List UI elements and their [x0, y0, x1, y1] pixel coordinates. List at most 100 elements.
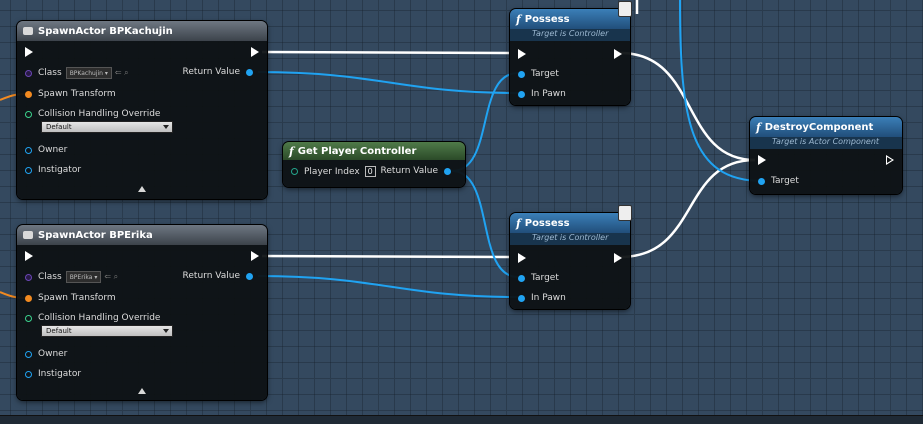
collision-label: Collision Handling Override: [38, 109, 161, 119]
spawn-transform-label: Spawn Transform: [38, 293, 116, 303]
collision-dropdown[interactable]: Default: [41, 121, 173, 133]
class-pin[interactable]: [25, 273, 32, 281]
target-row[interactable]: Target: [758, 176, 799, 186]
return-value-pin[interactable]: [444, 167, 451, 175]
class-pin[interactable]: [25, 69, 32, 77]
class-selector[interactable]: BPKachujin ▾: [65, 67, 112, 79]
node-header: SpawnActor BPKachujin: [17, 21, 267, 41]
object-wire: [257, 71, 519, 94]
spawn-icon: [23, 231, 33, 239]
spawn-actor-kachujin-node[interactable]: SpawnActor BPKachujin Class BPKachujin ▾…: [17, 21, 267, 199]
owner-row[interactable]: Owner: [25, 349, 67, 359]
function-icon: f: [289, 144, 294, 158]
dropdown-arrow-icon: [163, 125, 169, 129]
target-pin[interactable]: [758, 177, 765, 185]
browse-icon[interactable]: ⇐ ⌕: [115, 68, 129, 78]
collision-row[interactable]: Collision Handling Override: [25, 313, 160, 323]
transform-pin[interactable]: [25, 90, 32, 98]
node-subtitle: Target is Controller: [510, 29, 630, 41]
exec-in-pin[interactable]: [518, 253, 526, 263]
exec-in-pin[interactable]: [518, 49, 526, 59]
class-pin-row[interactable]: Class BPErika ▾ ⇐ ⌕: [25, 271, 118, 283]
player-index-input[interactable]: 0: [364, 166, 376, 177]
return-value-label: Return Value: [380, 166, 438, 176]
class-label: Class: [38, 68, 62, 78]
player-index-row[interactable]: Player Index 0: [291, 166, 386, 177]
collision-pin[interactable]: [25, 314, 32, 322]
get-player-controller-node[interactable]: f Get Player Controller Player Index 0 R…: [283, 142, 465, 187]
object-wire: [451, 170, 519, 278]
in-pawn-pin[interactable]: [518, 90, 525, 98]
return-value-pin[interactable]: [246, 272, 253, 280]
node-subtitle: Target is Controller: [510, 233, 630, 245]
node-title: SpawnActor BPKachujin: [38, 25, 173, 37]
exec-out-pin[interactable]: [886, 155, 894, 165]
function-icon: f: [516, 216, 521, 230]
target-pin[interactable]: [518, 70, 525, 78]
return-value-label: Return Value: [182, 67, 240, 77]
transform-pin[interactable]: [25, 294, 32, 302]
in-pawn-row[interactable]: In Pawn: [518, 293, 566, 303]
target-pin[interactable]: [518, 274, 525, 282]
exec-wire: [619, 51, 756, 162]
player-index-label: Player Index: [304, 166, 360, 177]
instigator-label: Instigator: [38, 369, 82, 379]
function-icon: f: [516, 12, 521, 26]
exec-out-pin[interactable]: [251, 251, 259, 261]
network-icon: [618, 205, 632, 221]
collision-label: Collision Handling Override: [38, 313, 161, 323]
browse-icon[interactable]: ⇐ ⌕: [104, 272, 118, 282]
return-value-label: Return Value: [182, 271, 240, 281]
collapse-arrow-icon[interactable]: [138, 186, 146, 192]
exec-in-pin[interactable]: [758, 155, 766, 165]
exec-out-pin[interactable]: [251, 47, 259, 57]
spawn-transform-row[interactable]: Spawn Transform: [25, 293, 116, 303]
owner-row[interactable]: Owner: [25, 145, 67, 155]
possess-node-1[interactable]: f Possess Target is Controller Target In…: [510, 1, 632, 105]
class-selector[interactable]: BPErika ▾: [65, 271, 102, 283]
in-pawn-pin[interactable]: [518, 294, 525, 302]
target-label: Target: [771, 176, 799, 186]
collision-dropdown[interactable]: Default: [41, 325, 173, 337]
in-pawn-row[interactable]: In Pawn: [518, 89, 566, 99]
instigator-pin[interactable]: [25, 166, 32, 174]
exec-wire: [261, 254, 511, 259]
class-pin-row[interactable]: Class BPKachujin ▾ ⇐ ⌕: [25, 67, 129, 79]
collision-row[interactable]: Collision Handling Override: [25, 109, 160, 119]
graph-bottom-bar: [0, 415, 923, 424]
return-value-pin[interactable]: [246, 68, 253, 76]
target-row[interactable]: Target: [518, 69, 559, 79]
node-header: f DestroyComponent: [750, 117, 902, 137]
node-title: Possess: [524, 217, 570, 229]
instigator-row[interactable]: Instigator: [25, 165, 81, 175]
spawn-transform-row[interactable]: Spawn Transform: [25, 89, 116, 99]
possess-node-2[interactable]: f Possess Target is Controller Target In…: [510, 205, 632, 309]
return-value-row[interactable]: Return Value: [381, 166, 457, 176]
exec-in-pin[interactable]: [25, 47, 33, 57]
return-value-row[interactable]: Return Value: [183, 67, 259, 77]
return-value-row[interactable]: Return Value: [183, 271, 259, 281]
node-header: f Possess: [510, 213, 630, 233]
node-title: DestroyComponent: [764, 121, 874, 133]
owner-pin[interactable]: [25, 350, 32, 358]
node-header: f Get Player Controller: [283, 142, 465, 160]
spawn-transform-label: Spawn Transform: [38, 89, 116, 99]
target-label: Target: [531, 273, 559, 283]
node-header: SpawnActor BPErika: [17, 225, 267, 245]
destroy-component-node[interactable]: f DestroyComponent Target is Actor Compo…: [750, 117, 902, 194]
blueprint-graph-canvas[interactable]: SpawnActor BPKachujin Class BPKachujin ▾…: [0, 0, 923, 424]
instigator-pin[interactable]: [25, 370, 32, 378]
instigator-row[interactable]: Instigator: [25, 369, 81, 379]
owner-label: Owner: [38, 145, 68, 155]
exec-in-pin[interactable]: [25, 251, 33, 261]
player-index-pin[interactable]: [291, 168, 298, 175]
exec-out-pin[interactable]: [614, 253, 622, 263]
target-label: Target: [531, 69, 559, 79]
collision-pin[interactable]: [25, 110, 32, 118]
target-row[interactable]: Target: [518, 273, 559, 283]
spawn-actor-erika-node[interactable]: SpawnActor BPErika Class BPErika ▾ ⇐ ⌕ R…: [17, 225, 267, 400]
exec-out-pin[interactable]: [614, 49, 622, 59]
owner-pin[interactable]: [25, 146, 32, 154]
collapse-arrow-icon[interactable]: [138, 388, 146, 394]
function-icon: f: [756, 120, 761, 134]
